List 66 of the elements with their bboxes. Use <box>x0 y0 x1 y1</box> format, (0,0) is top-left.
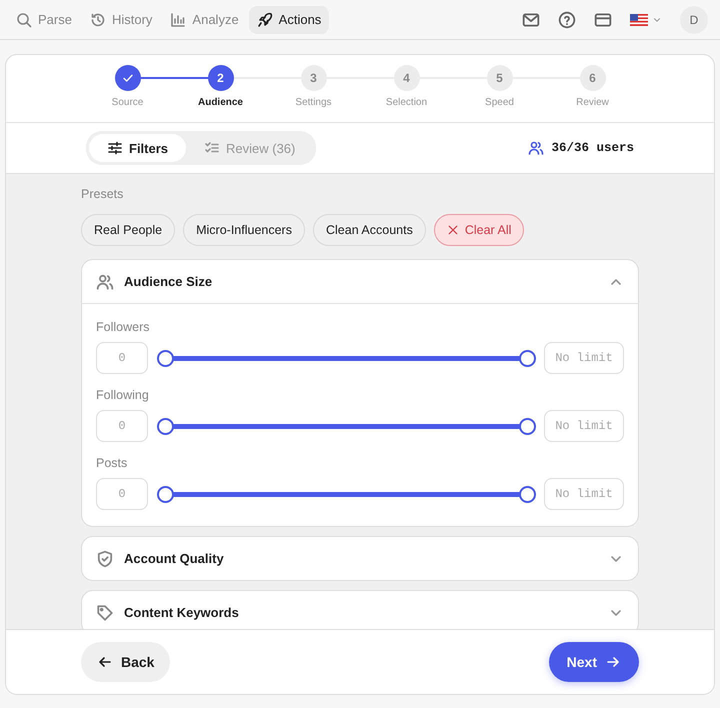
min-input[interactable]: 0 <box>96 410 148 442</box>
max-input[interactable]: No limit <box>544 410 624 442</box>
accordion-header[interactable]: Account Quality <box>82 537 638 580</box>
sliders-icon <box>107 140 123 156</box>
step-label: Settings <box>295 97 332 108</box>
nav-tab[interactable]: History <box>82 6 160 34</box>
users-icon <box>528 140 544 156</box>
step-circle[interactable]: 2 <box>208 65 234 91</box>
max-input[interactable]: No limit <box>544 478 624 510</box>
accordion-title: Account Quality <box>124 551 225 566</box>
field-label: Followers <box>96 320 150 334</box>
shield-icon <box>96 550 114 568</box>
accordion-header[interactable]: Audience Size <box>82 260 638 303</box>
tag-icon <box>96 604 114 622</box>
step-label: Speed <box>485 97 514 108</box>
field-label: Following <box>96 388 150 402</box>
slider-thumb[interactable] <box>156 350 174 366</box>
step-circle[interactable]: 4 <box>394 65 420 91</box>
nav-tab[interactable]: Analyze <box>162 6 247 34</box>
avatar[interactable]: D <box>680 6 708 34</box>
step-circle[interactable]: 5 <box>486 65 512 91</box>
section-label: Presets <box>81 187 124 201</box>
step-circle[interactable] <box>114 65 140 91</box>
bar-chart-icon <box>170 12 186 28</box>
step-label: Selection <box>386 97 428 108</box>
search-icon <box>16 12 32 28</box>
max-input[interactable]: No limit <box>544 342 624 374</box>
preset-chip[interactable]: Clean Accounts <box>312 214 426 246</box>
users-icon <box>96 272 114 290</box>
preset-chip[interactable]: Real People <box>81 214 176 246</box>
min-input[interactable]: 0 <box>96 342 148 374</box>
min-input[interactable]: 0 <box>96 478 148 510</box>
arrow-left-icon <box>97 654 113 670</box>
slider-thumb[interactable] <box>518 486 536 502</box>
step-label: Source <box>112 97 144 108</box>
step-circle[interactable]: 6 <box>580 65 606 91</box>
help-icon[interactable] <box>558 10 576 28</box>
back-button[interactable]: Back <box>81 642 170 682</box>
slider-thumb[interactable] <box>156 486 174 502</box>
range-slider[interactable] <box>156 416 536 436</box>
slider-thumb[interactable] <box>518 350 536 366</box>
field-label: Posts <box>96 456 128 470</box>
slider-thumb[interactable] <box>156 418 174 434</box>
user-count: 36/36 users <box>551 141 634 155</box>
view-tab[interactable]: Filters <box>89 134 186 162</box>
accordion-title: Content Keywords <box>124 605 240 620</box>
accordion-title: Audience Size <box>124 274 214 289</box>
slider-thumb[interactable] <box>518 418 536 434</box>
step-circle[interactable]: 3 <box>300 65 326 91</box>
nav-tab[interactable]: Parse <box>8 6 80 34</box>
range-slider[interactable] <box>156 348 536 368</box>
range-slider[interactable] <box>156 484 536 504</box>
step-label: Audience <box>198 97 243 108</box>
next-button[interactable]: Next <box>548 642 639 682</box>
preset-chip[interactable]: Micro-Influencers <box>183 214 305 246</box>
clear-all-button[interactable]: Clear All <box>434 214 524 246</box>
step-label: Review <box>576 97 609 108</box>
close-icon <box>446 224 459 236</box>
flag-icon[interactable] <box>630 14 648 26</box>
mail-icon[interactable] <box>522 10 540 28</box>
arrow-right-icon <box>605 654 621 670</box>
history-icon <box>90 12 106 28</box>
accordion-header[interactable]: Content Keywords <box>82 591 638 629</box>
rocket-icon <box>256 12 273 28</box>
card-icon[interactable] <box>594 10 612 28</box>
nav-tab[interactable]: Actions <box>248 6 330 34</box>
